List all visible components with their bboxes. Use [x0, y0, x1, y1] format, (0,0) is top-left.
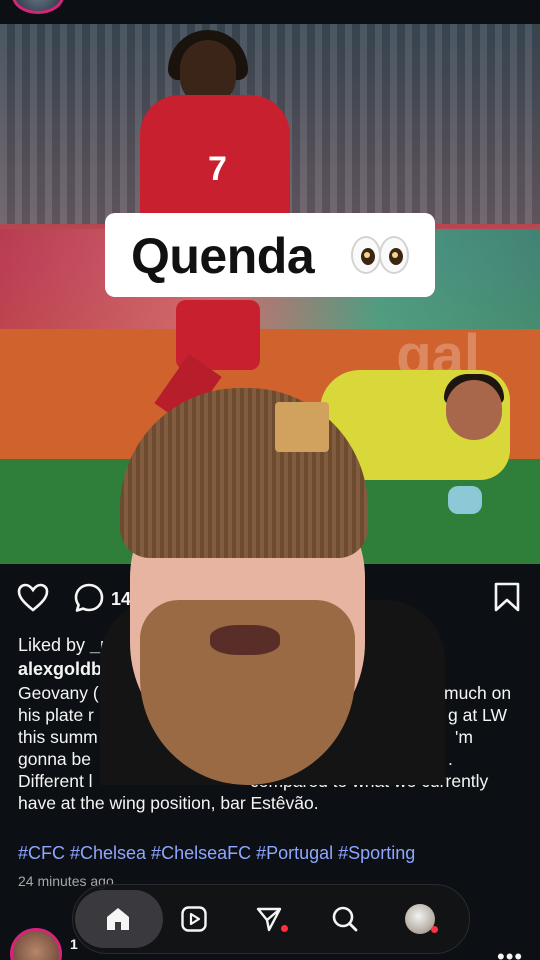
- caption-line-right: g at LW: [448, 705, 508, 725]
- top-strip: [0, 0, 540, 24]
- image-caption-text: Quenda: [131, 228, 315, 284]
- facecam-mouth: [210, 625, 280, 655]
- goalkeeper-glove: [448, 486, 482, 514]
- next-post-username[interactable]: 1: [70, 936, 78, 952]
- comment-count[interactable]: 14: [111, 589, 131, 610]
- eyes-emoji-left: [351, 236, 381, 274]
- caption-line-right: .: [448, 749, 453, 769]
- goalkeeper-head: [446, 380, 502, 440]
- send-notification-dot: [281, 925, 288, 932]
- search-icon[interactable]: [331, 905, 359, 933]
- caption-line-right: 'm: [455, 727, 473, 747]
- eyes-emoji-right: [379, 236, 409, 274]
- send-icon[interactable]: [255, 905, 283, 933]
- caption-line-right: much on: [444, 683, 512, 703]
- caption-line: this summ: [18, 727, 98, 747]
- next-post-avatar[interactable]: [10, 928, 62, 960]
- heart-icon[interactable]: [17, 582, 49, 612]
- post-username[interactable]: alexgoldb: [18, 659, 102, 680]
- caption-line: have at the wing position, bar Estêvão.: [18, 793, 319, 813]
- bookmark-icon[interactable]: [493, 582, 521, 612]
- profile-notification-dot: [431, 926, 438, 933]
- home-icon[interactable]: [104, 905, 132, 933]
- caption-line: gonna be: [18, 749, 91, 769]
- caption-line: his plate r: [18, 705, 94, 725]
- liked-by-prefix: Liked by: [18, 635, 91, 655]
- more-icon[interactable]: •••: [497, 944, 523, 960]
- caption-line: Different l: [18, 771, 93, 791]
- comment-icon[interactable]: [73, 582, 105, 614]
- hashtags[interactable]: #CFC #Chelsea #ChelseaFC #Portugal #Spor…: [18, 843, 415, 864]
- jersey-number: 7: [208, 150, 227, 188]
- caption-line: Geovany (: [18, 683, 99, 703]
- reels-icon[interactable]: [180, 905, 208, 933]
- beanie-logo-patch: [275, 402, 329, 452]
